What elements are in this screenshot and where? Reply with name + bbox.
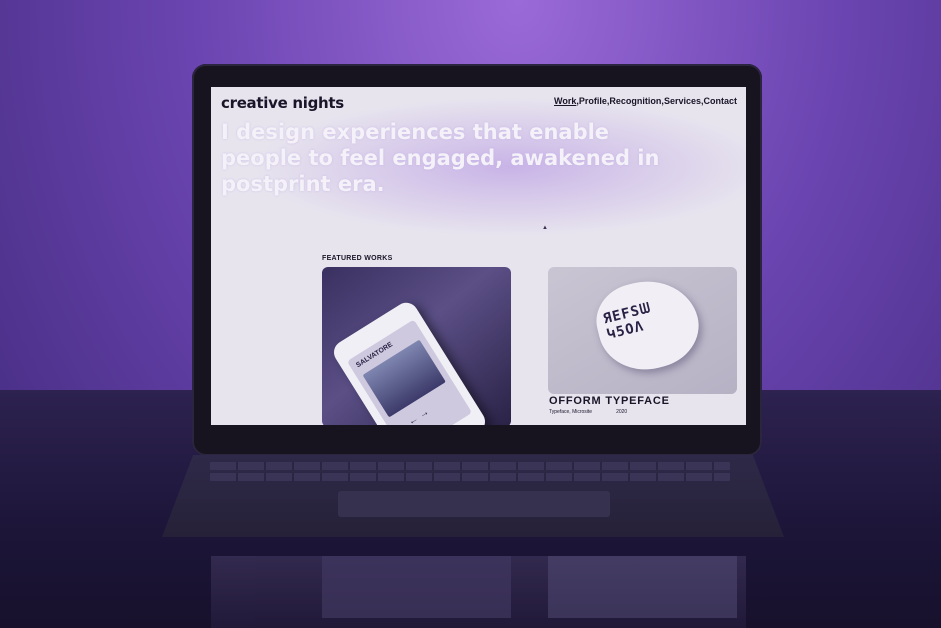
site-logo[interactable]: creative nights — [221, 94, 344, 112]
work-category: Typeface, Microsite — [549, 409, 593, 415]
site-nav: Work , Profile , Recognition , Services … — [554, 96, 737, 106]
nav-services[interactable]: Services — [664, 96, 701, 106]
nav-contact[interactable]: Contact — [704, 96, 738, 106]
nav-recognition[interactable]: Recognition — [609, 96, 661, 106]
nav-work[interactable]: Work — [554, 96, 576, 106]
typeface-sculpture: ЯEFSᗯ Կ5ΟΛ — [588, 270, 708, 380]
laptop-screen: creative nights Work , Profile , Recogni… — [211, 87, 746, 425]
reflection-card — [322, 556, 511, 618]
arrow-icons: ← → — [406, 406, 432, 425]
mouse-cursor-icon: ▲ — [542, 225, 548, 231]
work-year: 2020 — [616, 409, 628, 415]
hero-line: people to feel engaged, awakened in — [221, 146, 660, 170]
screen-reflection — [211, 556, 746, 628]
featured-works-heading: FEATURED WORKS — [322, 255, 393, 262]
phone-mockup: SALVATORE ← → — [329, 298, 490, 425]
hero-line: postprint era. — [221, 172, 385, 196]
work-title-ofform[interactable]: OFFORM TYPEFACE — [549, 395, 670, 407]
keyboard-row — [210, 462, 730, 470]
work-meta: Typeface, Microsite 2020 — [549, 409, 627, 415]
nav-profile[interactable]: Profile — [579, 96, 607, 106]
reflection-card — [548, 556, 737, 618]
hero-line: I design experiences that enable — [221, 120, 610, 144]
keyboard-row — [210, 473, 730, 481]
typeface-glyphs: ЯEFSᗯ Կ5ΟΛ — [601, 300, 653, 343]
phone-screen: SALVATORE ← → — [346, 319, 473, 425]
work-card-ofform[interactable]: ЯEFSᗯ Կ5ΟΛ — [548, 267, 737, 394]
work-card-salvatore[interactable]: SALVATORE ← → — [322, 267, 511, 425]
trackpad — [338, 491, 610, 517]
hero-heading: I design experiences that enable people … — [221, 119, 741, 197]
